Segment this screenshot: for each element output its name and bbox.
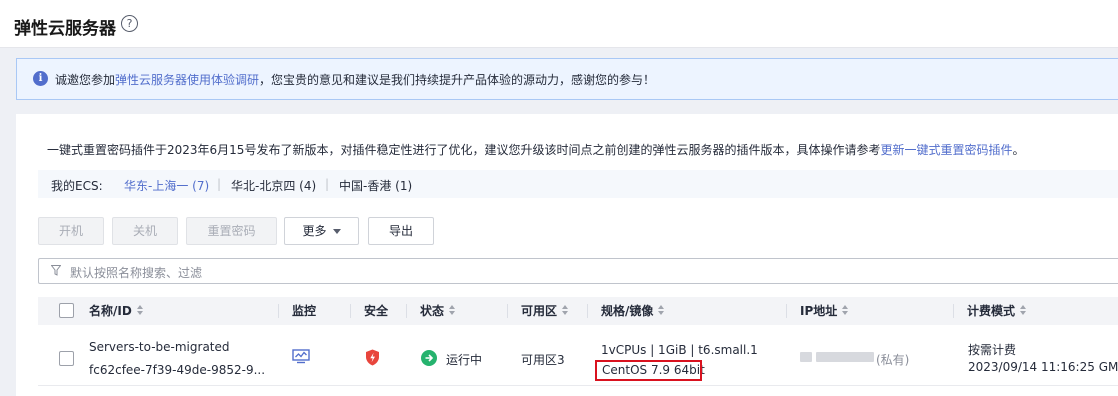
- chevron-down-icon: [332, 229, 341, 234]
- select-all-checkbox[interactable]: [59, 303, 74, 318]
- redacted-ip: [800, 352, 812, 362]
- update-plugin-link[interactable]: 更新一键式重置密码插件: [880, 143, 1012, 157]
- col-name[interactable]: 名称/ID: [89, 297, 144, 325]
- page-header: 弹性云服务器 ?: [0, 0, 1118, 48]
- server-id: fc62cfee-7f39-49de-9852-9...: [89, 363, 266, 377]
- region-separator: |: [325, 177, 330, 191]
- column-divider: [507, 304, 508, 318]
- col-spec[interactable]: 规格/镜像: [601, 297, 665, 325]
- region-hongkong[interactable]: 中国-香港 (1): [339, 177, 412, 194]
- survey-banner: i 诚邀您参加弹性云服务器使用体验调研，您宝贵的意见和建议是我们持续提升产品体验…: [16, 58, 1118, 100]
- banner-text: 诚邀您参加弹性云服务器使用体验调研，您宝贵的意见和建议是我们持续提升产品体验的源…: [55, 71, 655, 88]
- table-header: 名称/ID 监控 安全 状态 可用区 规格/镜像 IP地址 计费模式: [38, 297, 1118, 325]
- banner-suffix: ，您宝贵的意见和建议是我们持续提升产品体验的源动力，感谢您的参与！: [259, 73, 656, 87]
- sort-icon[interactable]: [658, 305, 665, 316]
- col-security: 安全: [364, 304, 389, 318]
- sort-icon[interactable]: [449, 305, 456, 316]
- sort-icon[interactable]: [842, 305, 849, 316]
- col-status[interactable]: 状态: [420, 297, 456, 325]
- sort-icon[interactable]: [1020, 305, 1027, 316]
- column-divider: [786, 304, 787, 318]
- column-divider: [350, 304, 351, 318]
- region-beijing4[interactable]: 华北-北京四 (4): [231, 177, 316, 194]
- availability-zone: 可用区3: [521, 353, 565, 367]
- security-shield-icon[interactable]: [365, 349, 380, 366]
- col-billing[interactable]: 计费模式: [967, 297, 1027, 325]
- page-title: 弹性云服务器: [14, 19, 116, 39]
- info-icon: i: [33, 71, 48, 86]
- col-ip[interactable]: IP地址: [800, 297, 849, 325]
- region-shanghai1[interactable]: 华东-上海一 (7): [124, 177, 209, 194]
- ip-type: (私有): [876, 353, 910, 367]
- notice-end: 。: [1012, 143, 1025, 157]
- export-button[interactable]: 导出: [368, 217, 434, 245]
- more-label: 更多: [302, 224, 327, 238]
- search-input[interactable]: 默认按照名称搜索、过滤: [38, 258, 1118, 284]
- col-monitor: 监控: [292, 304, 317, 318]
- survey-link[interactable]: 弹性云服务器使用体验调研: [115, 73, 259, 87]
- sort-icon[interactable]: [562, 305, 569, 316]
- image-highlight-box: [595, 360, 702, 381]
- monitor-icon[interactable]: [292, 349, 310, 364]
- sort-icon[interactable]: [136, 305, 144, 316]
- start-button[interactable]: 开机: [38, 217, 104, 245]
- server-name-link[interactable]: Servers-to-be-migrated: [89, 340, 230, 354]
- notice-text: 一键式重置密码插件于2023年6月15号发布了新版本，对插件稳定性进行了优化，建…: [47, 143, 881, 157]
- region-separator: |: [217, 177, 222, 191]
- more-dropdown-button[interactable]: 更多: [284, 217, 359, 245]
- stop-button[interactable]: 关机: [112, 217, 178, 245]
- reset-password-button[interactable]: 重置密码: [186, 217, 277, 245]
- column-divider: [278, 304, 279, 318]
- banner-prefix: 诚邀您参加: [55, 73, 116, 87]
- spec-text: 1vCPUs | 1GiB | t6.small.1: [601, 343, 758, 357]
- billing-mode: 按需计费: [968, 343, 1017, 357]
- created-time: 2023/09/14 11:16:25 GM...: [968, 360, 1118, 374]
- region-label: 我的ECS:: [51, 179, 103, 193]
- ecs-list-card: 一键式重置密码插件于2023年6月15号发布了新版本，对插件稳定性进行了优化，建…: [16, 114, 1118, 396]
- status-text: 运行中: [446, 353, 483, 367]
- column-divider: [406, 304, 407, 318]
- help-icon[interactable]: ?: [121, 15, 138, 32]
- table-row: Servers-to-be-migrated fc62cfee-7f39-49d…: [38, 326, 1118, 386]
- arrow-right-icon: [425, 354, 434, 362]
- redacted-ip: [816, 352, 874, 362]
- plugin-notice: 一键式重置密码插件于2023年6月15号发布了新版本，对插件稳定性进行了优化，建…: [47, 141, 1024, 158]
- row-checkbox[interactable]: [59, 351, 74, 366]
- col-az[interactable]: 可用区: [521, 297, 569, 325]
- filter-icon: [51, 265, 61, 276]
- region-bar: 我的ECS: 华东-上海一 (7) | 华北-北京四 (4) | 中国-香港 (…: [38, 170, 1118, 198]
- column-divider: [587, 304, 588, 318]
- column-divider: [953, 304, 954, 318]
- search-placeholder: 默认按照名称搜索、过滤: [70, 266, 203, 280]
